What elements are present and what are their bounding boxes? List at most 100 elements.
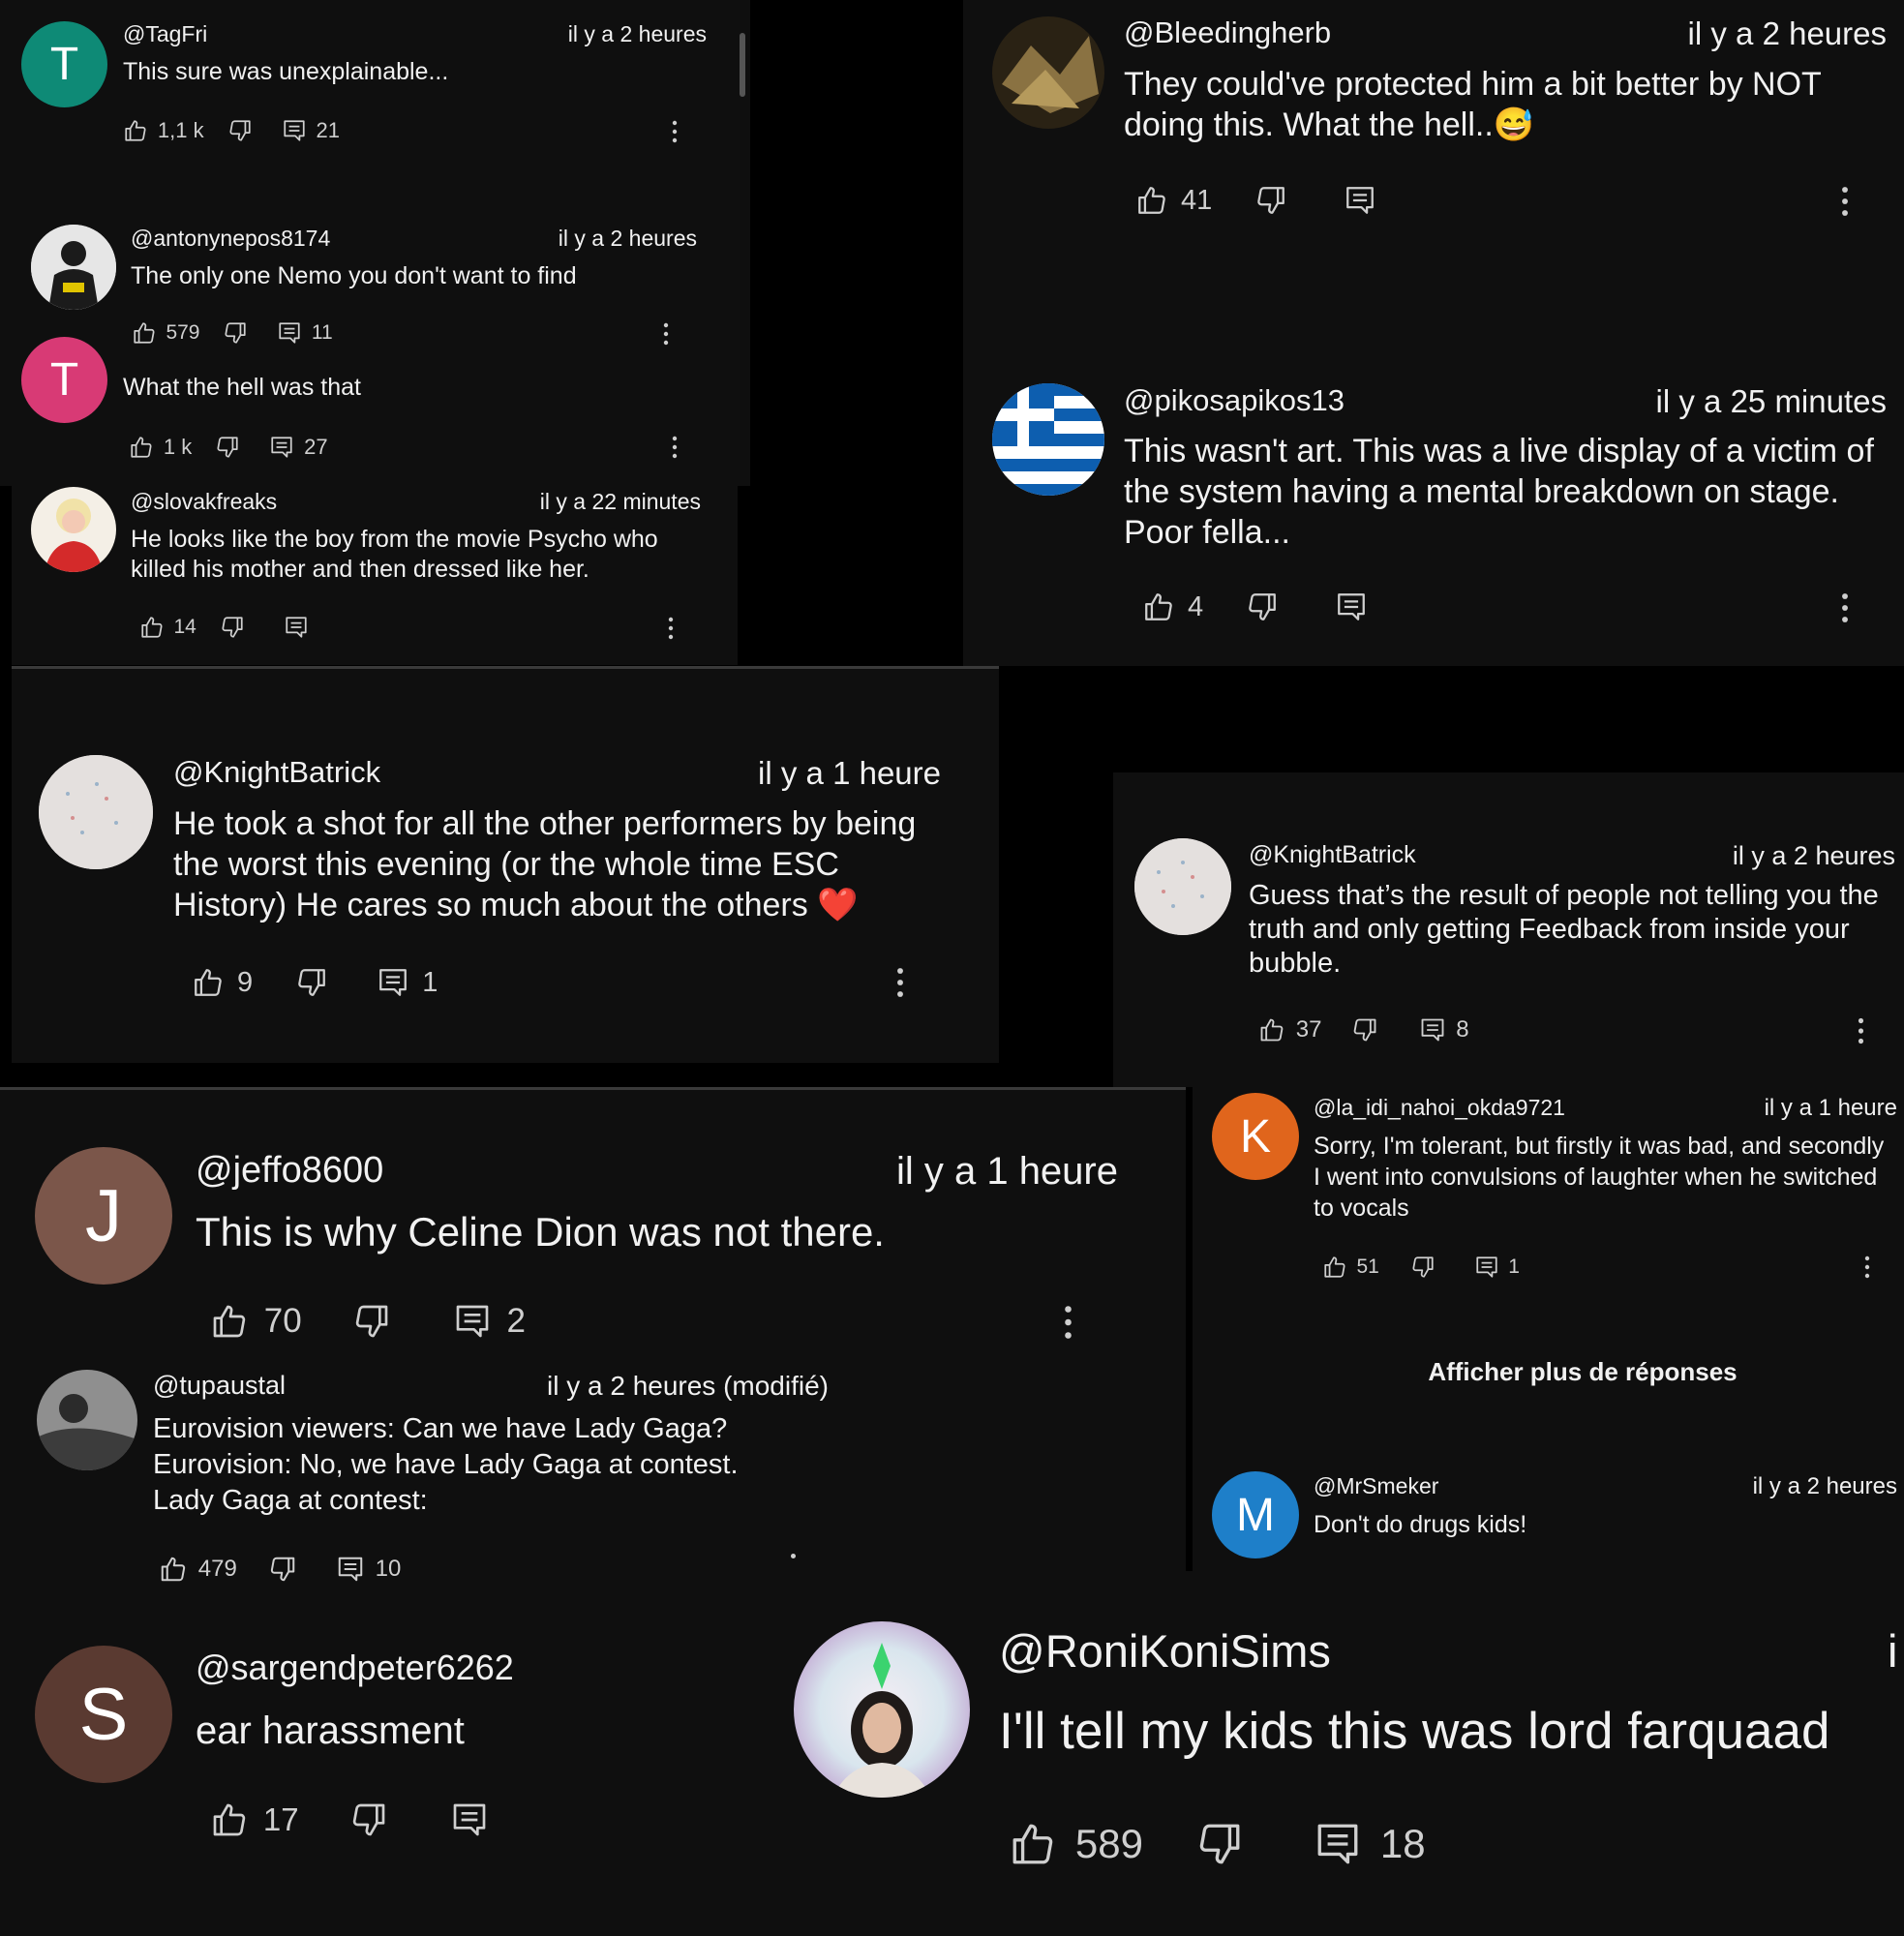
more-options-icon[interactable] bbox=[1064, 1301, 1073, 1344]
more-options-icon[interactable] bbox=[663, 321, 669, 347]
like-icon[interactable] bbox=[1258, 1016, 1285, 1044]
comment-text: Guess that’s the result of people not te… bbox=[1249, 880, 1879, 979]
comment-time[interactable]: il y a 2 heures bbox=[1646, 15, 1887, 52]
dislike-icon[interactable] bbox=[215, 435, 240, 460]
reply-icon[interactable] bbox=[282, 118, 307, 143]
greek-flag-icon bbox=[992, 383, 1104, 496]
reply-icon[interactable] bbox=[453, 1302, 492, 1341]
like-icon[interactable] bbox=[1135, 184, 1168, 217]
comment-author[interactable]: @tupaustal bbox=[153, 1371, 286, 1401]
like-icon[interactable] bbox=[123, 118, 148, 143]
avatar[interactable]: T bbox=[21, 21, 107, 107]
reply-icon[interactable] bbox=[269, 435, 294, 460]
comment-time[interactable]: i bbox=[1888, 1624, 1904, 1678]
dislike-icon[interactable] bbox=[1410, 1255, 1436, 1280]
dislike-icon[interactable] bbox=[1351, 1016, 1378, 1044]
comment-time[interactable]: il y a 2 heures bbox=[1684, 841, 1895, 871]
dislike-icon[interactable] bbox=[268, 1555, 297, 1584]
dislike-icon[interactable] bbox=[223, 320, 248, 346]
more-options-icon[interactable] bbox=[1864, 1255, 1870, 1280]
more-options-icon[interactable] bbox=[672, 119, 678, 144]
dislike-icon[interactable] bbox=[227, 118, 253, 143]
avatar[interactable]: T bbox=[21, 337, 107, 423]
avatar[interactable]: M bbox=[1212, 1471, 1299, 1558]
comment-author[interactable]: @la_idi_nahoi_okda9721 bbox=[1314, 1095, 1565, 1121]
avatar[interactable] bbox=[1134, 838, 1231, 935]
comment-time[interactable]: il y a 1 heure bbox=[871, 1150, 1118, 1194]
comment-author[interactable]: @sargendpeter6262 bbox=[196, 1648, 514, 1688]
comment-time[interactable]: il y a 22 minutes bbox=[503, 489, 701, 515]
comment-actions: 70 2 bbox=[210, 1302, 526, 1341]
dislike-icon[interactable] bbox=[220, 615, 245, 640]
avatar[interactable] bbox=[31, 225, 116, 310]
more-options-icon[interactable] bbox=[1841, 590, 1849, 625]
avatar[interactable] bbox=[992, 383, 1104, 496]
like-icon[interactable] bbox=[1009, 1820, 1057, 1868]
reply-icon[interactable] bbox=[1335, 590, 1368, 623]
dislike-icon[interactable] bbox=[1246, 590, 1279, 623]
comment-actions: 51 1 bbox=[1322, 1255, 1520, 1280]
reply-icon[interactable] bbox=[1474, 1255, 1499, 1280]
dislike-icon[interactable] bbox=[1254, 184, 1287, 217]
dislike-icon[interactable] bbox=[295, 966, 328, 999]
comment-author[interactable]: @MrSmeker bbox=[1314, 1473, 1438, 1499]
dislike-icon[interactable] bbox=[352, 1302, 391, 1341]
comment-author[interactable]: @jeffo8600 bbox=[196, 1150, 383, 1192]
like-icon[interactable] bbox=[159, 1555, 188, 1584]
dislike-icon[interactable] bbox=[1195, 1820, 1244, 1868]
comment-text: They could've protected him a bit better… bbox=[1124, 64, 1879, 145]
like-count: 70 bbox=[263, 1302, 302, 1340]
avatar[interactable]: J bbox=[35, 1147, 172, 1285]
comment-author[interactable]: @antonynepos8174 bbox=[131, 226, 330, 252]
like-icon[interactable] bbox=[192, 966, 225, 999]
avatar[interactable]: S bbox=[35, 1646, 172, 1783]
comment-actions: 1,1 k 21 bbox=[123, 118, 340, 143]
avatar[interactable] bbox=[992, 16, 1104, 129]
more-options-icon[interactable] bbox=[668, 616, 674, 641]
comment-author[interactable]: @KnightBatrick bbox=[173, 755, 380, 790]
like-icon[interactable] bbox=[132, 320, 157, 346]
comment-author[interactable]: @Bleedingherb bbox=[1124, 15, 1331, 50]
reply-icon[interactable] bbox=[1419, 1016, 1446, 1044]
show-more-replies-button[interactable]: Afficher plus de réponses bbox=[1355, 1357, 1810, 1387]
comment-time[interactable]: il y a 25 minutes bbox=[1607, 383, 1887, 420]
avatar[interactable] bbox=[37, 1370, 137, 1470]
reply-icon[interactable] bbox=[377, 966, 409, 999]
comment-author[interactable]: @KnightBatrick bbox=[1249, 841, 1416, 869]
like-icon[interactable] bbox=[1322, 1255, 1347, 1280]
avatar[interactable] bbox=[39, 755, 153, 869]
like-icon[interactable] bbox=[210, 1302, 249, 1341]
comment-author[interactable]: @pikosapikos13 bbox=[1124, 383, 1345, 418]
comment-author[interactable]: @TagFri bbox=[123, 21, 207, 47]
comment-author[interactable]: @slovakfreaks bbox=[131, 489, 277, 515]
reply-icon[interactable] bbox=[1344, 184, 1376, 217]
like-icon[interactable] bbox=[129, 435, 154, 460]
reply-icon[interactable] bbox=[277, 320, 302, 346]
more-options-icon[interactable] bbox=[791, 1554, 796, 1558]
like-icon[interactable] bbox=[210, 1800, 249, 1839]
avatar-image bbox=[794, 1621, 970, 1798]
more-options-icon[interactable] bbox=[896, 965, 904, 1000]
comment-time[interactable]: il y a 1 heure bbox=[726, 755, 941, 792]
comment-time[interactable]: il y a 2 heures (modifié) bbox=[503, 1371, 829, 1402]
like-icon[interactable] bbox=[139, 615, 165, 640]
reply-icon[interactable] bbox=[1314, 1820, 1362, 1868]
reply-count: 18 bbox=[1379, 1821, 1426, 1866]
avatar[interactable]: K bbox=[1212, 1093, 1299, 1180]
dislike-icon[interactable] bbox=[349, 1800, 388, 1839]
reply-icon[interactable] bbox=[284, 615, 309, 640]
avatar[interactable] bbox=[794, 1621, 970, 1798]
avatar[interactable] bbox=[31, 487, 116, 572]
comment-time[interactable]: il y a 1 heure bbox=[1723, 1095, 1897, 1122]
more-options-icon[interactable] bbox=[672, 435, 678, 460]
like-icon[interactable] bbox=[1142, 590, 1175, 623]
reply-icon[interactable] bbox=[450, 1800, 489, 1839]
comment-time[interactable]: il y a 2 heures bbox=[532, 226, 697, 252]
more-options-icon[interactable] bbox=[1841, 184, 1849, 219]
reply-icon[interactable] bbox=[336, 1555, 365, 1584]
comment-time[interactable]: il y a 2 heures bbox=[542, 21, 707, 47]
comment-time[interactable]: il y a 2 heures bbox=[1713, 1473, 1897, 1500]
comment-author[interactable]: @RoniKoniSims bbox=[999, 1624, 1331, 1678]
more-options-icon[interactable] bbox=[1858, 1016, 1864, 1045]
scrollbar[interactable] bbox=[740, 33, 745, 97]
